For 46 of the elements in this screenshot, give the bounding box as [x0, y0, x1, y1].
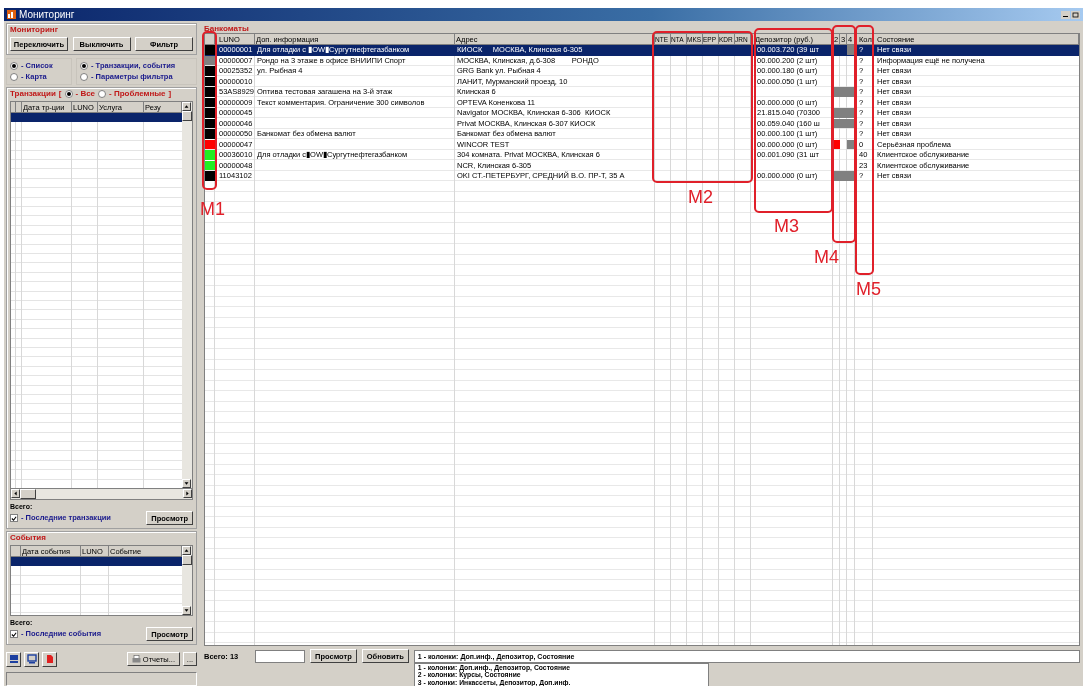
document-button[interactable] — [42, 651, 57, 667]
selected-row[interactable] — [11, 557, 182, 567]
arrow-left-icon[interactable] — [11, 489, 20, 498]
input-field[interactable] — [255, 649, 305, 663]
radio-label[interactable]: - Проблемные — [109, 89, 166, 99]
group-title: Мониторинг — [10, 25, 59, 35]
scrollbar[interactable] — [10, 489, 193, 500]
arrow-down-icon[interactable] — [182, 479, 191, 488]
annotation-label: M3 — [774, 216, 799, 236]
annotation-label: M2 — [688, 187, 713, 207]
arrow-down-icon[interactable] — [182, 606, 191, 615]
radio-button[interactable] — [80, 73, 88, 81]
scrollbar[interactable] — [182, 102, 192, 488]
checkbox[interactable] — [10, 514, 18, 522]
monitor-button[interactable] — [24, 651, 39, 667]
monitor-icon — [26, 654, 37, 664]
arrow-up-icon[interactable] — [182, 546, 191, 555]
arrow-up-icon[interactable] — [182, 102, 191, 111]
annotation-label: M4 — [814, 247, 839, 267]
scroll-thumb[interactable] — [182, 555, 192, 565]
radio-button[interactable] — [10, 73, 18, 81]
radio-button[interactable] — [64, 90, 73, 98]
radio-button[interactable] — [98, 90, 107, 98]
radio-label[interactable]: - Все — [75, 89, 96, 99]
maximize-icon[interactable] — [1071, 10, 1080, 19]
bracket: ] — [168, 89, 172, 99]
group-title: Транзакции — [10, 89, 56, 99]
selected-row[interactable] — [11, 113, 182, 123]
group-title: Банкоматы — [204, 24, 250, 33]
document-icon — [44, 654, 55, 664]
scroll-thumb[interactable] — [182, 111, 192, 121]
annotation-label: M5 — [856, 279, 881, 299]
map-button[interactable] — [6, 651, 21, 667]
printer-icon — [131, 655, 141, 663]
checkbox[interactable] — [10, 630, 18, 638]
bracket: [ — [58, 89, 62, 99]
minimize-icon[interactable] — [1061, 10, 1070, 19]
arrow-right-icon[interactable] — [183, 489, 192, 498]
scroll-thumb[interactable] — [20, 489, 36, 499]
app-icon — [7, 10, 16, 19]
radio-button[interactable] — [10, 62, 18, 70]
group-title: События — [10, 533, 47, 543]
window-title: Мониторинг — [19, 9, 75, 20]
grid-icon — [8, 654, 19, 664]
scrollbar[interactable] — [182, 546, 192, 615]
radio-button[interactable] — [80, 62, 88, 70]
